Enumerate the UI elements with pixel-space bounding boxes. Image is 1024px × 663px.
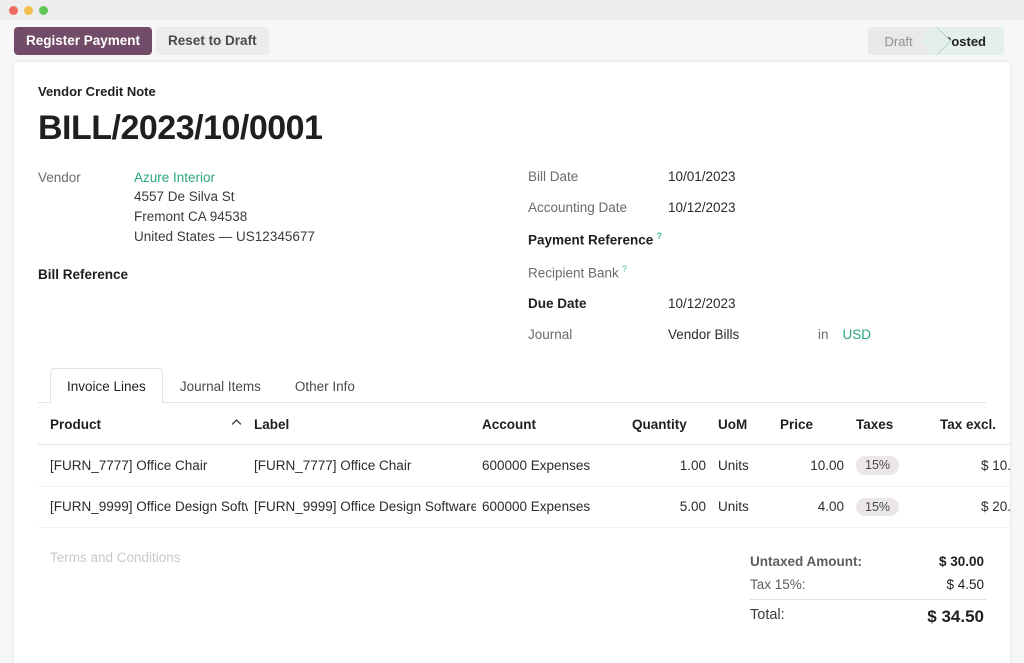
page-title: BILL/2023/10/0001 <box>38 109 323 147</box>
sheet-footer: Terms and Conditions Untaxed Amount: $ 3… <box>38 550 986 663</box>
status-step-draft[interactable]: Draft <box>868 27 927 55</box>
column-header-label[interactable]: Label <box>248 403 476 445</box>
journal-field: Journal Vendor Bills in USD <box>528 327 986 342</box>
column-header-account[interactable]: Account <box>476 403 626 445</box>
cell-uom[interactable]: Units <box>712 486 774 528</box>
maximize-window-icon[interactable] <box>39 5 48 15</box>
title-bar <box>0 0 1024 20</box>
help-icon[interactable]: ? <box>656 231 662 241</box>
cell-price[interactable]: 10.00 <box>774 444 850 487</box>
tab-invoice-lines[interactable]: Invoice Lines <box>50 368 163 403</box>
tab-other-info[interactable]: Other Info <box>278 368 372 403</box>
cell-label[interactable]: [FURN_7777] Office Chair <box>248 444 476 487</box>
currency-in-label: in <box>818 327 829 342</box>
column-header-quantity[interactable]: Quantity <box>626 403 712 445</box>
bill-reference-field: Bill Reference <box>38 265 528 284</box>
journal-label: Journal <box>528 327 573 342</box>
bill-date-field: Bill Date 10/01/2023 <box>528 169 986 184</box>
tab-journal-items[interactable]: Journal Items <box>163 368 278 403</box>
bill-reference-label: Bill Reference <box>38 267 129 282</box>
cell-quantity[interactable]: 1.00 <box>626 444 712 487</box>
notebook-tabs: Invoice Lines Journal Items Other Info <box>38 368 986 403</box>
cell-uom[interactable]: Units <box>712 444 774 487</box>
cell-quantity[interactable]: 5.00 <box>626 486 712 528</box>
invoice-lines-table: Product Label Account Quantity UoM Price… <box>38 403 1010 528</box>
sheet-container: Vendor Credit Note BILL/2023/10/0001 Ven… <box>0 62 1024 663</box>
table-row[interactable]: [FURN_7777] Office Chair [FURN_7777] Off… <box>38 444 1010 487</box>
recipient-bank-label: Recipient Bank? <box>528 264 668 281</box>
accounting-date-value[interactable]: 10/12/2023 <box>668 200 818 215</box>
cell-tax-excl: $ 10.00 <box>934 444 1010 487</box>
record-sheet: Vendor Credit Note BILL/2023/10/0001 Ven… <box>14 62 1010 663</box>
cell-price[interactable]: 4.00 <box>774 486 850 528</box>
untaxed-amount-label: Untaxed Amount: <box>750 554 862 569</box>
table-row[interactable]: [FURN_9999] Office Design Software [FURN… <box>38 486 1010 528</box>
column-header-tax-excl[interactable]: Tax excl. <box>934 403 1010 445</box>
payment-reference-label: Payment Reference? <box>528 231 668 248</box>
reset-to-draft-button[interactable]: Reset to Draft <box>156 27 269 55</box>
bill-date-value[interactable]: 10/01/2023 <box>668 169 818 184</box>
journal-value[interactable]: Vendor Bills <box>668 327 818 342</box>
register-payment-button[interactable]: Register Payment <box>14 27 153 55</box>
recipient-bank-label-text: Recipient Bank <box>528 265 619 280</box>
untaxed-amount-row: Untaxed Amount: $ 30.00 <box>750 550 986 573</box>
vendor-address-line-3: United States — US12345677 <box>134 229 315 244</box>
vendor-name-link[interactable]: Azure Interior <box>134 168 315 187</box>
vendor-field: Vendor Azure Interior 4557 De Silva St F… <box>38 168 528 247</box>
accounting-date-field: Accounting Date 10/12/2023 <box>528 200 986 215</box>
column-header-uom[interactable]: UoM <box>712 403 774 445</box>
payment-reference-field: Payment Reference? <box>528 231 986 248</box>
cell-product[interactable]: [FURN_9999] Office Design Software <box>38 486 248 528</box>
table-header-row: Product Label Account Quantity UoM Price… <box>38 403 1010 445</box>
total-label: Total: <box>750 607 785 623</box>
cell-product[interactable]: [FURN_7777] Office Chair <box>38 444 248 487</box>
action-toolbar: Register Payment Reset to Draft Draft Po… <box>0 20 1024 62</box>
cell-account[interactable]: 600000 Expenses <box>476 444 626 487</box>
cell-label[interactable]: [FURN_9999] Office Design Software <box>248 486 476 528</box>
tax-value: $ 4.50 <box>946 577 984 592</box>
cell-tax-excl: $ 20.00 <box>934 486 1010 528</box>
cell-taxes[interactable]: 15% <box>850 444 934 487</box>
status-bar: Draft Posted <box>868 27 1004 55</box>
close-window-icon[interactable] <box>9 5 18 15</box>
sort-ascending-icon[interactable] <box>231 417 242 432</box>
header-fields: Vendor Azure Interior 4557 De Silva St F… <box>38 168 986 358</box>
tax-badge: 15% <box>856 497 900 516</box>
vendor-label: Vendor <box>38 170 81 185</box>
status-step-posted[interactable]: Posted <box>926 27 1004 55</box>
vendor-address-line-2: Fremont CA 94538 <box>134 209 248 224</box>
tax-label: Tax 15%: <box>750 577 806 592</box>
column-header-price[interactable]: Price <box>774 403 850 445</box>
untaxed-amount-value: $ 30.00 <box>938 554 984 569</box>
tax-badge: 15% <box>856 456 900 475</box>
total-row: Total: $ 34.50 <box>750 599 986 631</box>
totals-panel: Untaxed Amount: $ 30.00 Tax 15%: $ 4.50 … <box>750 550 986 663</box>
document-type-label: Vendor Credit Note <box>38 84 156 99</box>
currency-link[interactable]: USD <box>843 327 872 342</box>
bill-date-label: Bill Date <box>528 169 579 184</box>
payment-reference-label-text: Payment Reference <box>528 232 654 248</box>
terms-and-conditions-input[interactable]: Terms and Conditions <box>38 550 750 663</box>
column-header-taxes[interactable]: Taxes <box>850 403 934 445</box>
cell-account[interactable]: 600000 Expenses <box>476 486 626 528</box>
tax-row: Tax 15%: $ 4.50 <box>750 573 986 596</box>
due-date-value[interactable]: 10/12/2023 <box>668 296 818 311</box>
minimize-window-icon[interactable] <box>24 5 33 15</box>
due-date-field: Due Date 10/12/2023 <box>528 296 986 311</box>
recipient-bank-field: Recipient Bank? <box>528 264 986 281</box>
help-icon[interactable]: ? <box>622 264 627 274</box>
column-header-product-text: Product <box>50 416 102 432</box>
cell-taxes[interactable]: 15% <box>850 486 934 528</box>
vendor-block: Vendor Azure Interior 4557 De Silva St F… <box>38 168 528 358</box>
accounting-date-label: Accounting Date <box>528 200 628 215</box>
invoice-meta-block: Bill Date 10/01/2023 Accounting Date 10/… <box>528 168 986 358</box>
app-window: Register Payment Reset to Draft Draft Po… <box>0 0 1024 663</box>
column-header-product[interactable]: Product <box>38 403 248 445</box>
total-value: $ 34.50 <box>927 607 984 626</box>
vendor-address-line-1: 4557 De Silva St <box>134 189 235 204</box>
due-date-label: Due Date <box>528 296 587 311</box>
